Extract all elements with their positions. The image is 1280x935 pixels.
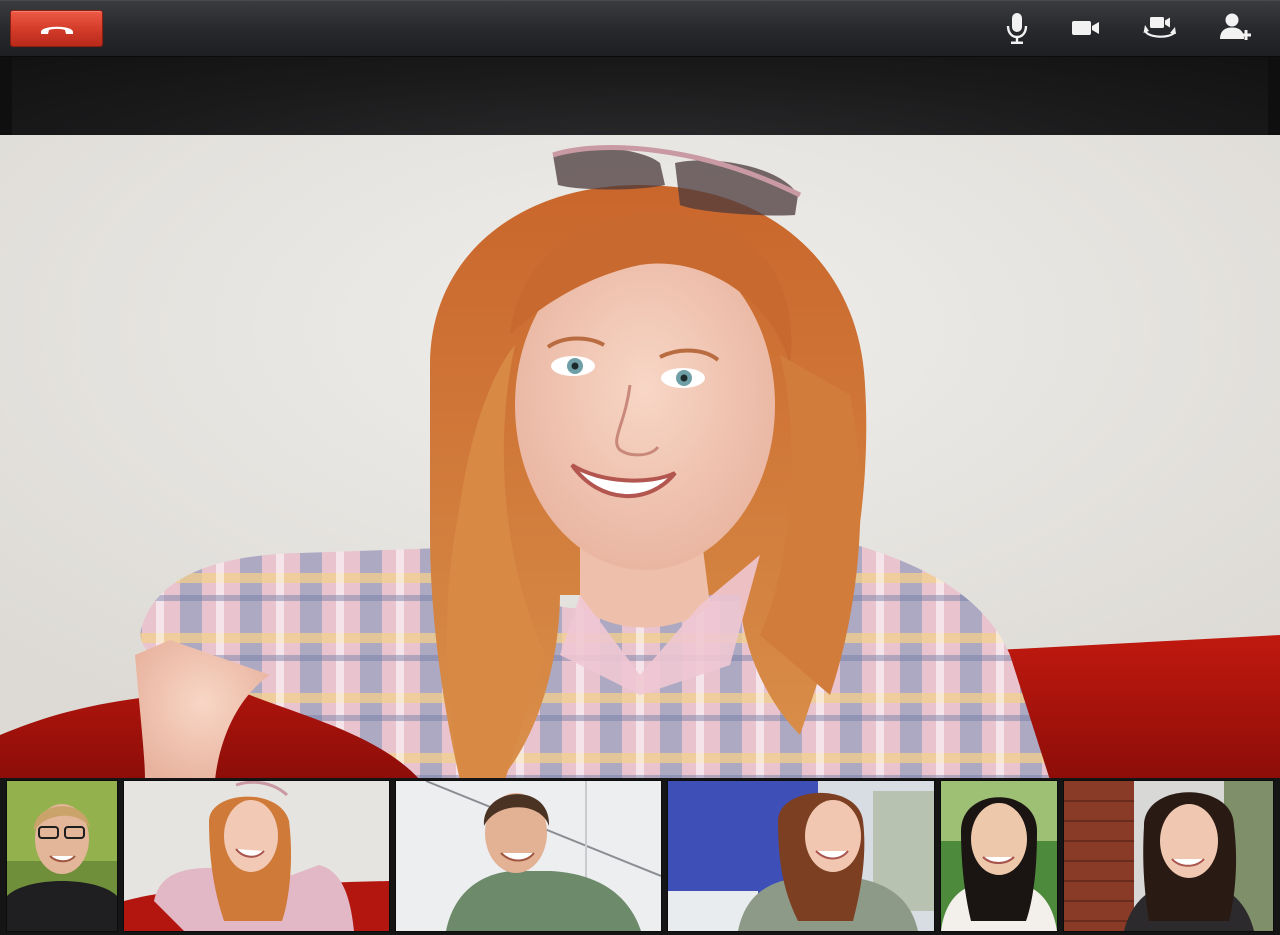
add-person-icon [1220,13,1251,40]
participant-thumbnail-3[interactable] [395,780,662,932]
participant-thumbnail-2[interactable] [123,780,390,932]
phone-hangup-icon [40,26,73,34]
participant-thumbnail-5[interactable] [940,780,1058,932]
switch-camera-icon [1143,17,1176,38]
video-camera-icon [1072,21,1099,35]
switch-camera-button[interactable] [1139,8,1181,48]
participant-video [396,781,661,931]
participant-video [1064,781,1273,931]
main-participant-image [0,135,1280,780]
toggle-camera-button[interactable] [1065,8,1107,48]
video-call-window [0,0,1280,935]
call-toolbar [0,0,1280,57]
participant-thumbnail-6[interactable] [1063,780,1274,932]
participant-video [7,781,117,931]
invite-person-button[interactable] [1214,8,1256,48]
participant-thumbnail-1[interactable] [6,780,118,932]
microphone-icon [1006,13,1028,44]
main-participant-video [0,135,1280,780]
mute-microphone-button[interactable] [996,8,1038,48]
participant-thumbnail-4[interactable] [667,780,935,932]
participant-video [124,781,389,931]
header-band [12,57,1268,135]
participant-video [941,781,1057,931]
participant-video [668,781,934,931]
hangup-button[interactable] [10,10,103,47]
